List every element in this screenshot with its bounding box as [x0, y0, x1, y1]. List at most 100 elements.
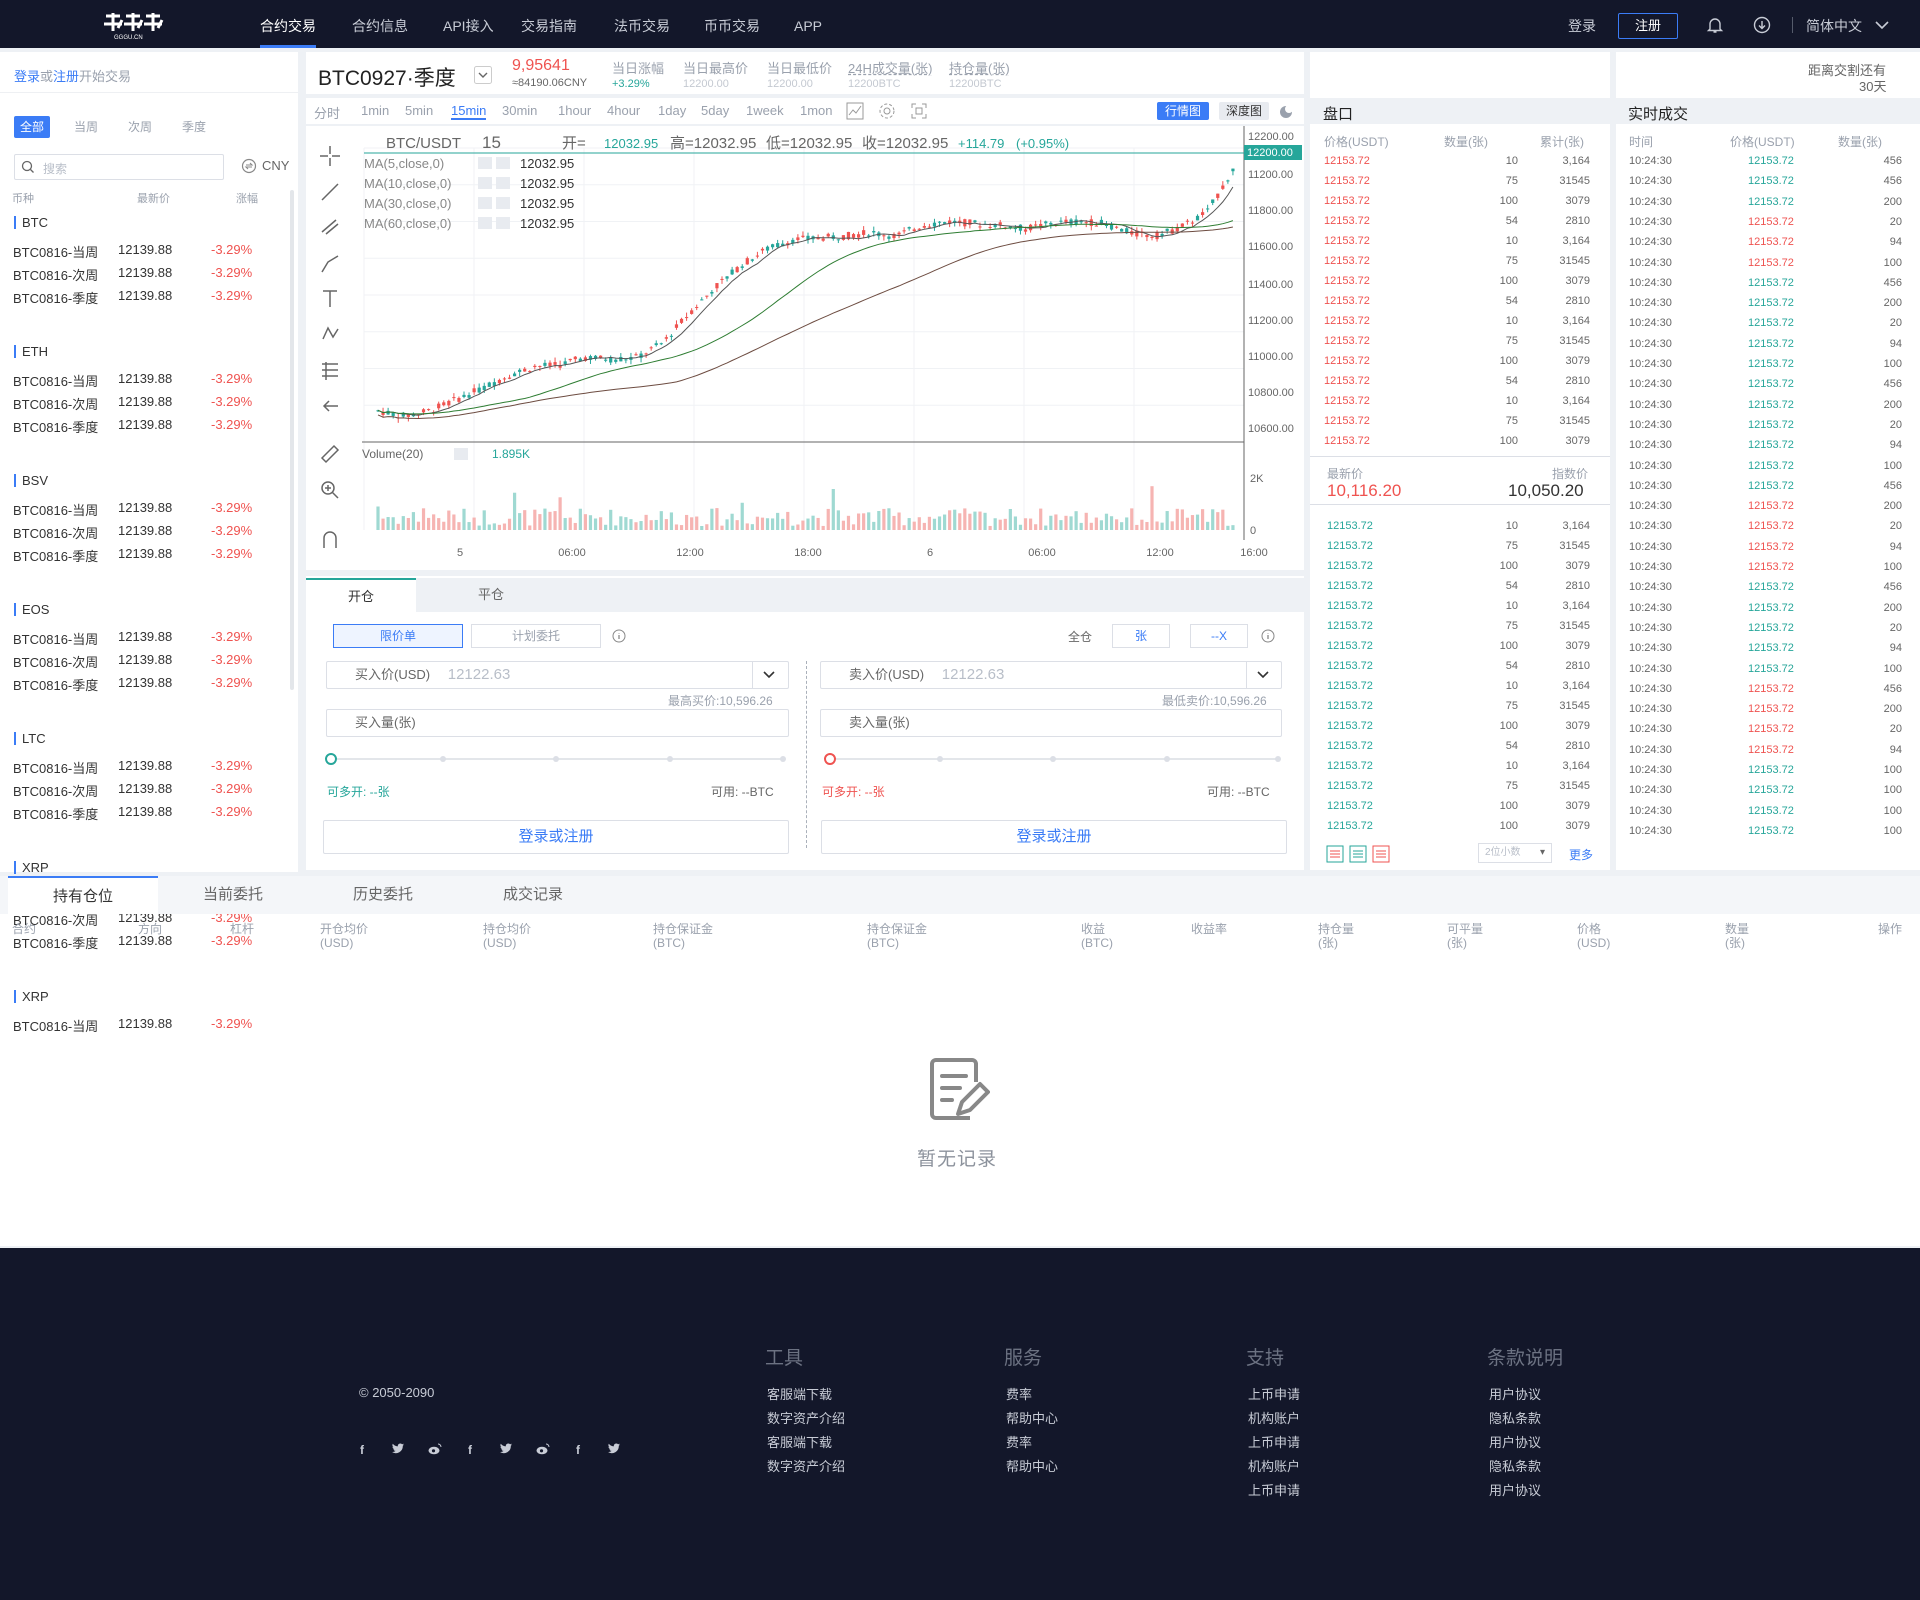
bid-price[interactable]: 12153.72 — [1327, 520, 1373, 532]
orderbook-view-icons[interactable] — [1326, 845, 1396, 863]
magnet-icon[interactable] — [323, 531, 337, 548]
nav-item-0[interactable]: 合约交易 — [260, 0, 316, 48]
ruler-icon[interactable] — [320, 444, 340, 464]
ask-price[interactable]: 12153.72 — [1324, 315, 1370, 327]
depth-mode-button[interactable]: 深度图 — [1219, 102, 1269, 120]
position-tab-1[interactable]: 当前委托 — [158, 876, 308, 914]
ask-price[interactable]: 12153.72 — [1324, 395, 1370, 407]
tab-open-position[interactable]: 开仓 — [306, 578, 416, 612]
market-row-name[interactable]: BTC0816-季度 — [13, 804, 98, 823]
market-row-name[interactable]: BTC0816-季度 — [13, 288, 98, 307]
fib-icon[interactable] — [322, 362, 338, 380]
ask-price[interactable]: 12153.72 — [1324, 275, 1370, 287]
tab-close-position[interactable]: 平仓 — [436, 578, 546, 612]
theme-toggle-icon[interactable] — [1278, 104, 1294, 120]
market-row-name[interactable]: BTC0816-次周 — [13, 652, 98, 671]
kline-chart-panel[interactable]: 12200.00 11200.00 11800.00 11600.00 11400.00… — [306, 126, 1304, 570]
bell-icon[interactable] — [1706, 16, 1724, 34]
ask-price[interactable]: 12153.72 — [1324, 335, 1370, 347]
ask-price[interactable]: 12153.72 — [1324, 415, 1370, 427]
social-weibo-icon[interactable] — [428, 1443, 442, 1458]
footer-link[interactable]: 客服端下载 — [767, 1432, 832, 1451]
timeframe-1hour[interactable]: 1hour — [558, 103, 591, 118]
footer-link[interactable]: 客服端下载 — [767, 1384, 832, 1403]
currency-switch-icon[interactable] — [241, 158, 257, 174]
bid-price[interactable]: 12153.72 — [1327, 580, 1373, 592]
market-row-name[interactable]: BTC0816-当周 — [13, 629, 98, 648]
position-tab-3[interactable]: 成交记录 — [458, 876, 608, 914]
col-price-header[interactable]: 最新价 — [137, 190, 170, 206]
timeframe-1mon[interactable]: 1mon — [800, 103, 833, 118]
back-icon[interactable] — [322, 400, 338, 412]
language-selector[interactable]: 简体中文 — [1806, 0, 1862, 48]
timeframe-30min[interactable]: 30min — [502, 103, 537, 118]
ask-price[interactable]: 12153.72 — [1324, 235, 1370, 247]
currency-label[interactable]: CNY — [262, 158, 289, 173]
footer-link[interactable]: 用户协议 — [1489, 1384, 1541, 1403]
ask-price[interactable]: 12153.72 — [1324, 355, 1370, 367]
market-row-name[interactable]: BTC0816-当周 — [13, 1016, 98, 1035]
footer-link[interactable]: 帮助中心 — [1006, 1456, 1058, 1475]
footer-link[interactable]: 上币申请 — [1248, 1480, 1300, 1499]
indicator-icon[interactable] — [846, 102, 864, 120]
footer-link[interactable]: 数字资产介绍 — [767, 1408, 845, 1427]
footer-link[interactable]: 用户协议 — [1489, 1480, 1541, 1499]
col-change-header[interactable]: 涨幅 — [236, 190, 258, 206]
market-row-name[interactable]: BTC0816-次周 — [13, 394, 98, 413]
decimals-select[interactable]: 2位小数 ▾ — [1478, 843, 1552, 863]
nav-item-6[interactable]: APP — [794, 0, 822, 48]
pattern-icon[interactable] — [322, 326, 339, 340]
nav-item-1[interactable]: 合约信息 — [352, 0, 408, 48]
market-row-name[interactable]: BTC0816-季度 — [13, 546, 98, 565]
unit-selector[interactable]: 张 — [1112, 624, 1170, 648]
ask-price[interactable]: 12153.72 — [1324, 375, 1370, 387]
market-row-name[interactable]: BTC0816-季度 — [13, 417, 98, 436]
nav-item-3[interactable]: 交易指南 — [521, 0, 577, 48]
bid-price[interactable]: 12153.72 — [1327, 800, 1373, 812]
crosshair-icon[interactable] — [320, 146, 340, 166]
filter-tab-1[interactable]: 当周 — [68, 116, 104, 138]
footer-link[interactable]: 费率 — [1006, 1432, 1032, 1451]
nav-login-link[interactable]: 登录 — [1568, 0, 1596, 48]
ask-price[interactable]: 12153.72 — [1324, 435, 1370, 447]
ask-price[interactable]: 12153.72 — [1324, 255, 1370, 267]
footer-link[interactable]: 机构账户 — [1248, 1456, 1300, 1475]
market-row-name[interactable]: BTC0816-当周 — [13, 758, 98, 777]
multi-line-icon[interactable] — [321, 219, 339, 235]
social-facebook-icon[interactable]: f — [468, 1443, 472, 1457]
buy-leverage-slider[interactable] — [323, 752, 793, 766]
timeframe-1day[interactable]: 1day — [658, 103, 686, 118]
nav-item-2[interactable]: API接入 — [443, 0, 494, 48]
footer-link[interactable]: 隐私条款 — [1489, 1456, 1541, 1475]
footer-link[interactable]: 用户协议 — [1489, 1432, 1541, 1451]
footer-link[interactable]: 费率 — [1006, 1384, 1032, 1403]
market-row-name[interactable]: BTC0816-次周 — [13, 523, 98, 542]
leverage-selector[interactable]: --X — [1190, 624, 1248, 648]
bid-price[interactable]: 12153.72 — [1327, 680, 1373, 692]
market-row-name[interactable]: BTC0816-当周 — [13, 371, 98, 390]
ask-price[interactable]: 12153.72 — [1324, 175, 1370, 187]
bid-price[interactable]: 12153.72 — [1327, 740, 1373, 752]
text-icon[interactable] — [323, 290, 337, 307]
position-tab-2[interactable]: 历史委托 — [308, 876, 458, 914]
nav-item-5[interactable]: 币币交易 — [704, 0, 760, 48]
limit-order-button[interactable]: 限价单 — [333, 624, 463, 648]
timeframe-分时[interactable]: 分时 — [314, 103, 340, 122]
social-facebook-icon[interactable]: f — [360, 1443, 364, 1457]
bid-price[interactable]: 12153.72 — [1327, 540, 1373, 552]
timeframe-5min[interactable]: 5min — [405, 103, 433, 118]
sell-qty-input[interactable]: 卖入量(张) — [820, 709, 1282, 737]
symbol-title[interactable]: BTC0927·季度 — [318, 62, 456, 92]
bid-price[interactable]: 12153.72 — [1327, 780, 1373, 792]
ask-price[interactable]: 12153.72 — [1324, 195, 1370, 207]
footer-link[interactable]: 机构账户 — [1248, 1408, 1300, 1427]
position-tab-0[interactable]: 持有仓位 — [8, 876, 158, 914]
filter-tab-3[interactable]: 季度 — [176, 116, 212, 138]
nav-register-button[interactable]: 注册 — [1618, 13, 1678, 39]
timeframe-1min[interactable]: 1min — [361, 103, 389, 118]
chevron-down-icon[interactable] — [762, 668, 776, 682]
ask-price[interactable]: 12153.72 — [1324, 155, 1370, 167]
sell-price-input[interactable]: 卖入价(USD) 12122.63 — [820, 661, 1282, 689]
social-twitter-icon[interactable] — [500, 1443, 513, 1457]
footer-link[interactable]: 上币申请 — [1248, 1384, 1300, 1403]
